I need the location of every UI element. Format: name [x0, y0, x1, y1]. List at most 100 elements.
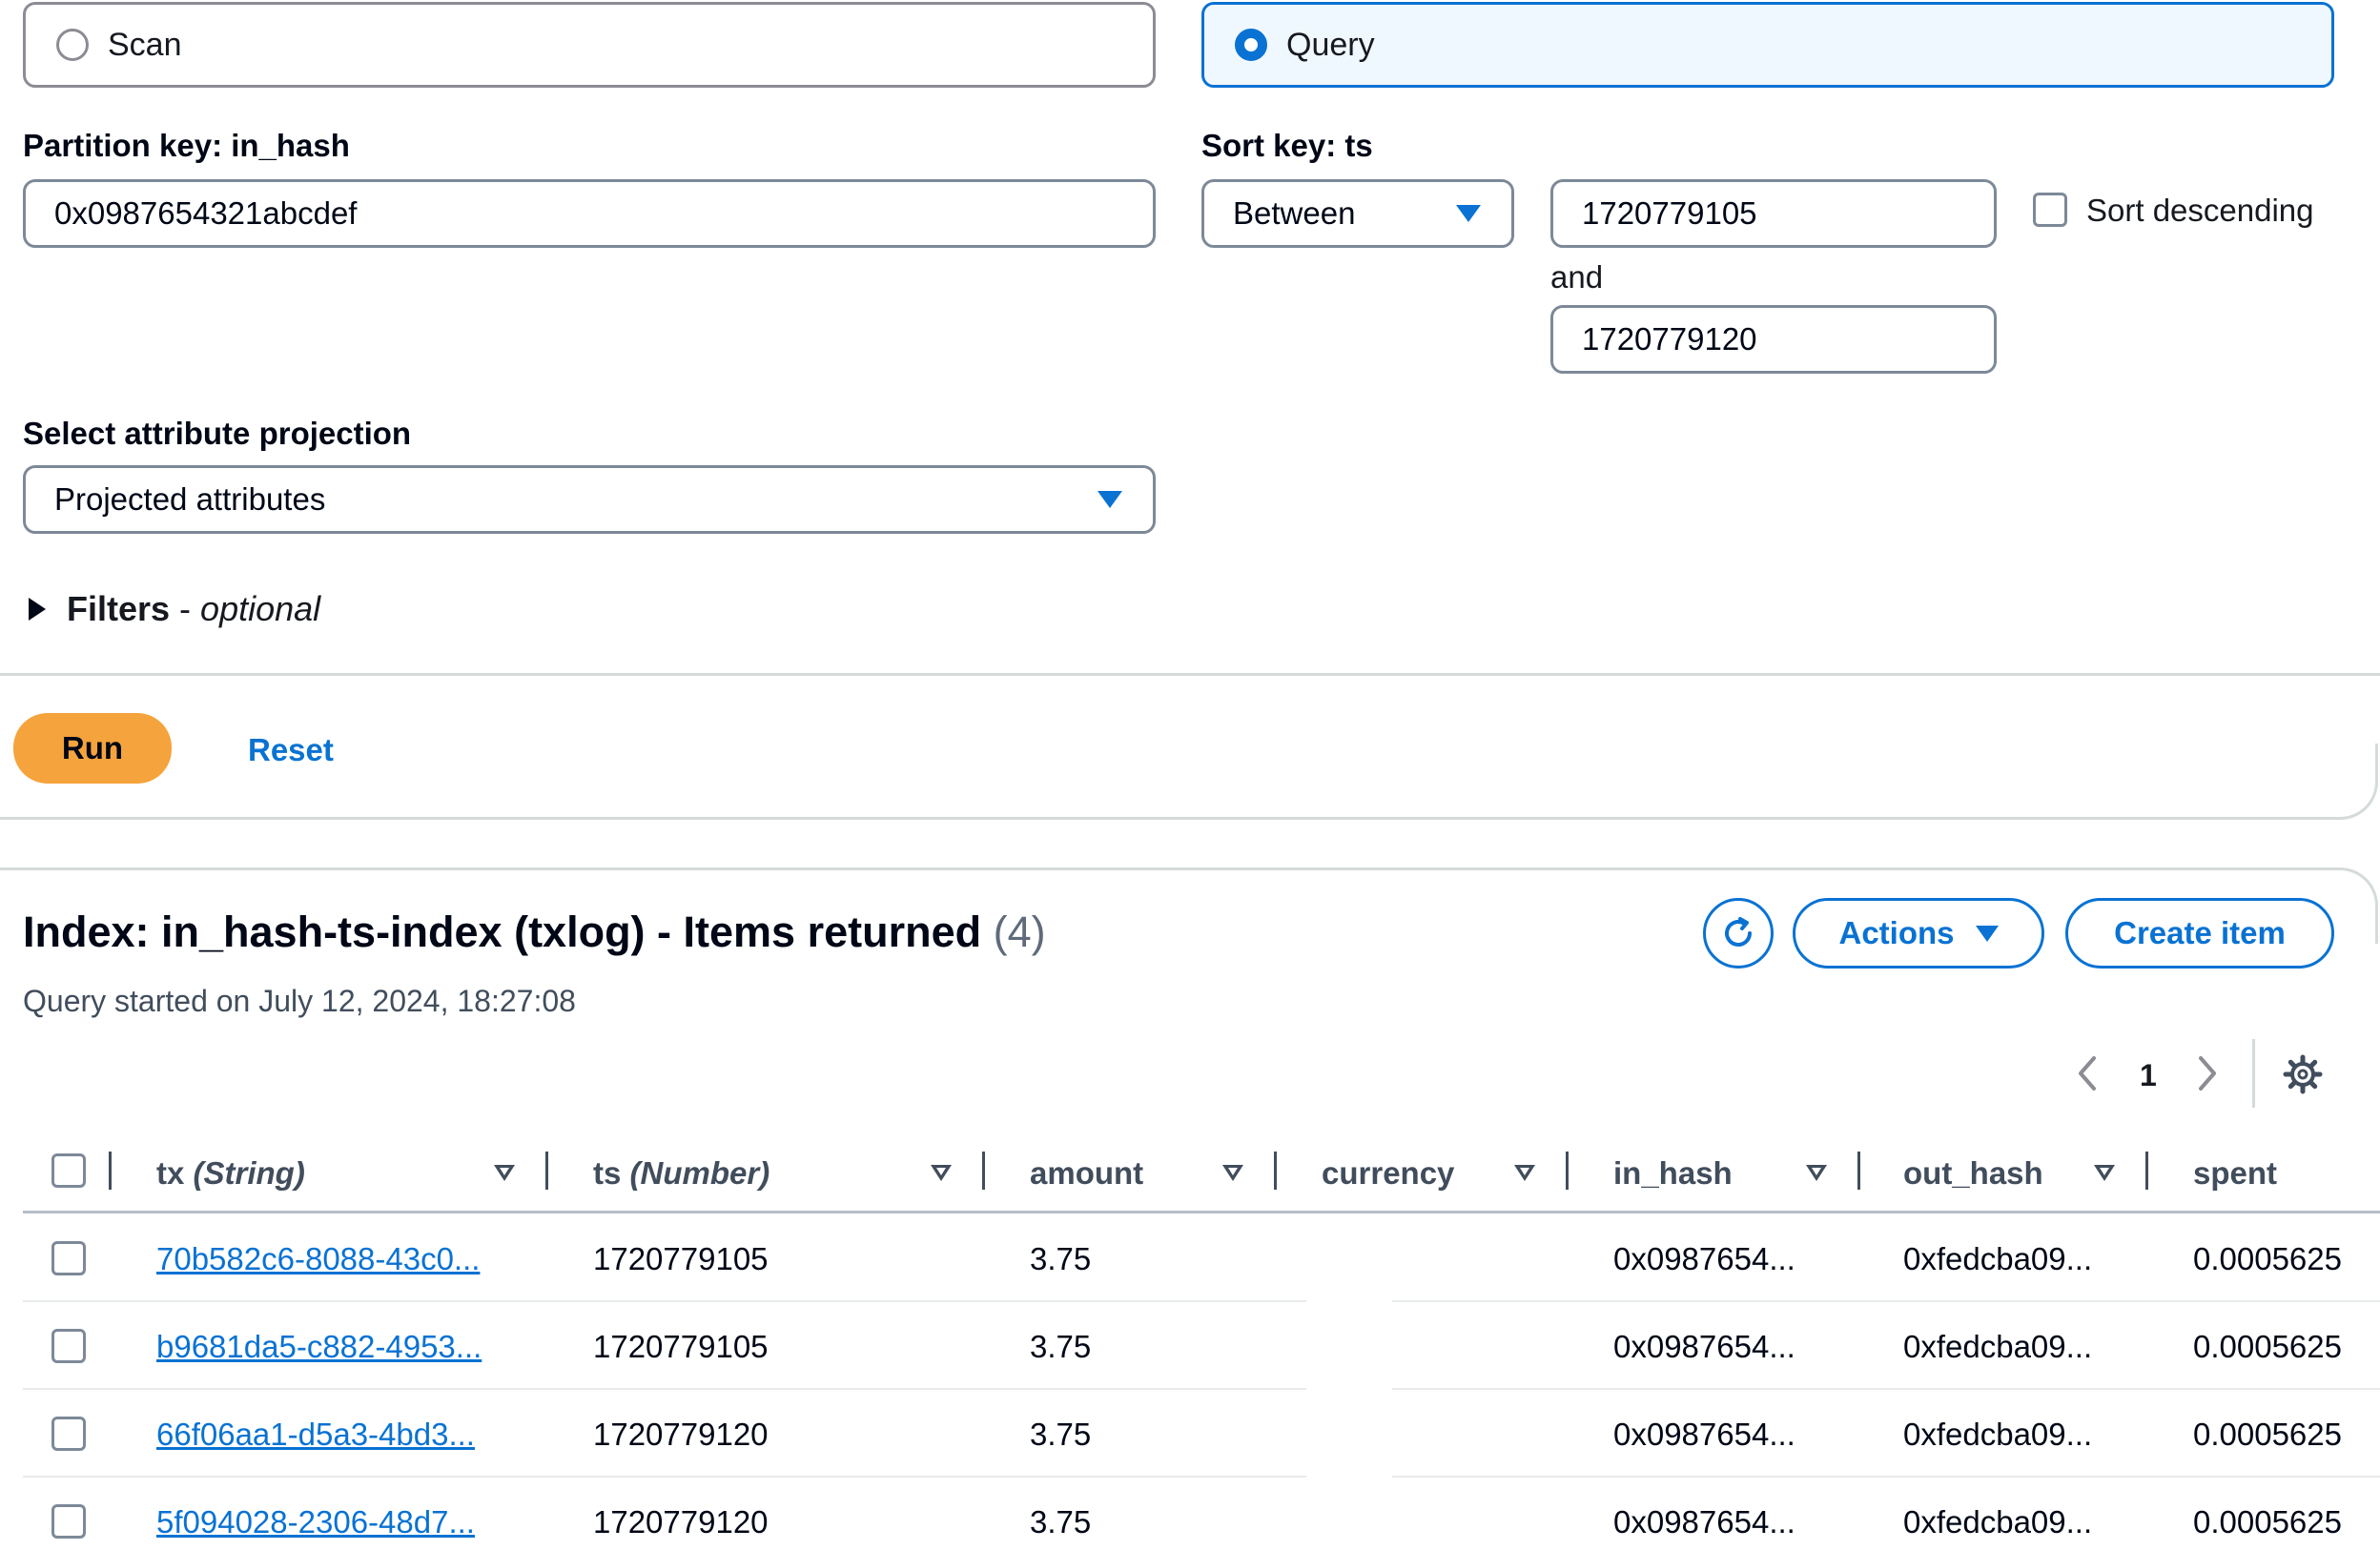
- row-checkbox[interactable]: [51, 1241, 86, 1275]
- scan-radio[interactable]: [56, 29, 89, 61]
- cell-out-hash: 0xfedcba09...: [1903, 1417, 2093, 1452]
- sort-to-input[interactable]: 1720779120: [1550, 305, 1997, 374]
- tx-link[interactable]: b9681da5-c882-4953...: [156, 1329, 482, 1364]
- column-divider: [1566, 1152, 1569, 1190]
- sort-icon[interactable]: [931, 1165, 952, 1181]
- actions-button[interactable]: Actions: [1793, 898, 2044, 969]
- projection-select[interactable]: Projected attributes: [23, 465, 1156, 534]
- cell-ts: 1720779120: [593, 1504, 769, 1540]
- results-subtitle: Query started on July 12, 2024, 18:27:08: [23, 984, 576, 1018]
- column-header-ts[interactable]: ts (Number): [593, 1155, 769, 1192]
- column-divider: [1274, 1152, 1277, 1190]
- cell-in-hash: 0x0987654...: [1613, 1417, 1795, 1452]
- column-header-out-hash[interactable]: out_hash: [1903, 1155, 2043, 1192]
- select-all-checkbox[interactable]: [51, 1153, 86, 1188]
- caret-down-icon: [1456, 205, 1481, 222]
- page-number[interactable]: 1: [2140, 1058, 2157, 1093]
- divider: [0, 673, 2380, 676]
- table-row[interactable]: b9681da5-c882-4953... 1720779105 3.75 0x…: [0, 1302, 2380, 1390]
- query-option[interactable]: Query: [1201, 2, 2334, 88]
- tx-link[interactable]: 70b582c6-8088-43c0...: [156, 1241, 480, 1276]
- cell-in-hash: 0x0987654...: [1613, 1241, 1795, 1276]
- scan-label: Scan: [108, 26, 182, 63]
- sort-from-value: 1720779105: [1582, 195, 1757, 231]
- table-row[interactable]: 70b582c6-8088-43c0... 1720779105 3.75 0x…: [0, 1214, 2380, 1302]
- filters-toggle[interactable]: Filters - optional: [29, 589, 320, 629]
- sort-key-label: Sort key: ts: [1201, 128, 1373, 163]
- cell-tx: 70b582c6-8088-43c0...: [156, 1241, 480, 1277]
- cell-amount: 3.75: [1030, 1417, 1092, 1452]
- column-header-amount[interactable]: amount: [1030, 1155, 1143, 1192]
- query-label: Query: [1286, 26, 1375, 63]
- actions-label: Actions: [1838, 915, 1955, 950]
- column-divider: [545, 1152, 548, 1190]
- cell-in-hash: 0x0987654...: [1613, 1329, 1795, 1364]
- cell-out-hash: 0xfedcba09...: [1903, 1504, 2093, 1540]
- filters-optional: optional: [200, 589, 321, 628]
- sort-icon[interactable]: [1806, 1165, 1827, 1181]
- and-label: and: [1550, 259, 1604, 295]
- column-divider: [982, 1152, 985, 1190]
- table-header-line: [23, 1211, 2380, 1213]
- column-header-tx[interactable]: tx (String): [156, 1155, 305, 1192]
- create-item-button[interactable]: Create item: [2065, 898, 2334, 969]
- filters-label: Filters: [67, 589, 171, 628]
- projection-label: Select attribute projection: [23, 416, 412, 451]
- sort-operator-value: Between: [1233, 195, 1356, 231]
- sort-from-input[interactable]: 1720779105: [1550, 179, 1997, 248]
- cell-ts: 1720779105: [593, 1241, 769, 1276]
- scan-option[interactable]: Scan: [23, 2, 1156, 88]
- cell-tx: b9681da5-c882-4953...: [156, 1329, 482, 1365]
- pagination-divider: [2252, 1039, 2255, 1108]
- tx-link[interactable]: 66f06aa1-d5a3-4bd3...: [156, 1417, 475, 1452]
- caret-down-icon: [1098, 491, 1122, 508]
- chevron-right-icon[interactable]: [2193, 1054, 2222, 1092]
- sort-icon[interactable]: [1222, 1165, 1243, 1181]
- results-title-row: Index: in_hash-ts-index (txlog) - Items …: [23, 908, 1046, 957]
- caret-right-icon: [29, 598, 46, 621]
- cell-spent: 0.0005625: [2193, 1504, 2342, 1540]
- column-header-spent[interactable]: spent: [2193, 1155, 2277, 1192]
- row-checkbox[interactable]: [51, 1504, 86, 1539]
- cell-amount: 3.75: [1030, 1241, 1092, 1276]
- cell-amount: 3.75: [1030, 1504, 1092, 1540]
- partition-key-value: 0x0987654321abcdef: [54, 195, 358, 231]
- table-row[interactable]: 5f094028-2306-48d7... 1720779120 3.75 0x…: [0, 1478, 2380, 1550]
- chevron-left-icon[interactable]: [2073, 1054, 2102, 1092]
- sort-icon[interactable]: [494, 1165, 515, 1181]
- partition-key-label: Partition key: in_hash: [23, 128, 350, 163]
- results-count: (4): [993, 908, 1046, 956]
- row-checkbox[interactable]: [51, 1329, 86, 1363]
- cell-spent: 0.0005625: [2193, 1417, 2342, 1452]
- cell-out-hash: 0xfedcba09...: [1903, 1241, 2093, 1276]
- column-header-in-hash[interactable]: in_hash: [1613, 1155, 1733, 1192]
- cell-amount: 3.75: [1030, 1329, 1092, 1364]
- query-radio[interactable]: [1235, 29, 1267, 61]
- cell-out-hash: 0xfedcba09...: [1903, 1329, 2093, 1364]
- column-header-currency[interactable]: currency: [1322, 1155, 1454, 1192]
- column-divider: [1857, 1152, 1860, 1190]
- cell-in-hash: 0x0987654...: [1613, 1504, 1795, 1540]
- table-row[interactable]: 66f06aa1-d5a3-4bd3... 1720779120 3.75 0x…: [0, 1390, 2380, 1478]
- projection-value: Projected attributes: [54, 481, 326, 517]
- partition-key-input[interactable]: 0x0987654321abcdef: [23, 179, 1156, 248]
- sort-icon[interactable]: [2094, 1165, 2115, 1181]
- sort-icon[interactable]: [1514, 1165, 1535, 1181]
- cell-spent: 0.0005625: [2193, 1329, 2342, 1364]
- cell-ts: 1720779105: [593, 1329, 769, 1364]
- sort-descending-checkbox[interactable]: [2033, 193, 2067, 227]
- results-title: Index: in_hash-ts-index (txlog) - Items …: [23, 908, 982, 956]
- row-checkbox[interactable]: [51, 1417, 86, 1451]
- caret-down-icon: [1975, 925, 1999, 942]
- refresh-button[interactable]: [1703, 898, 1774, 969]
- cell-spent: 0.0005625: [2193, 1241, 2342, 1276]
- sort-descending-label: Sort descending: [2086, 193, 2314, 228]
- sort-to-value: 1720779120: [1582, 321, 1757, 357]
- cell-ts: 1720779120: [593, 1417, 769, 1452]
- cell-tx: 5f094028-2306-48d7...: [156, 1504, 475, 1540]
- tx-link[interactable]: 5f094028-2306-48d7...: [156, 1504, 475, 1540]
- gear-icon[interactable]: [2283, 1054, 2323, 1094]
- column-divider: [2145, 1152, 2148, 1190]
- filters-separator: -: [170, 589, 201, 628]
- sort-operator-select[interactable]: Between: [1201, 179, 1514, 248]
